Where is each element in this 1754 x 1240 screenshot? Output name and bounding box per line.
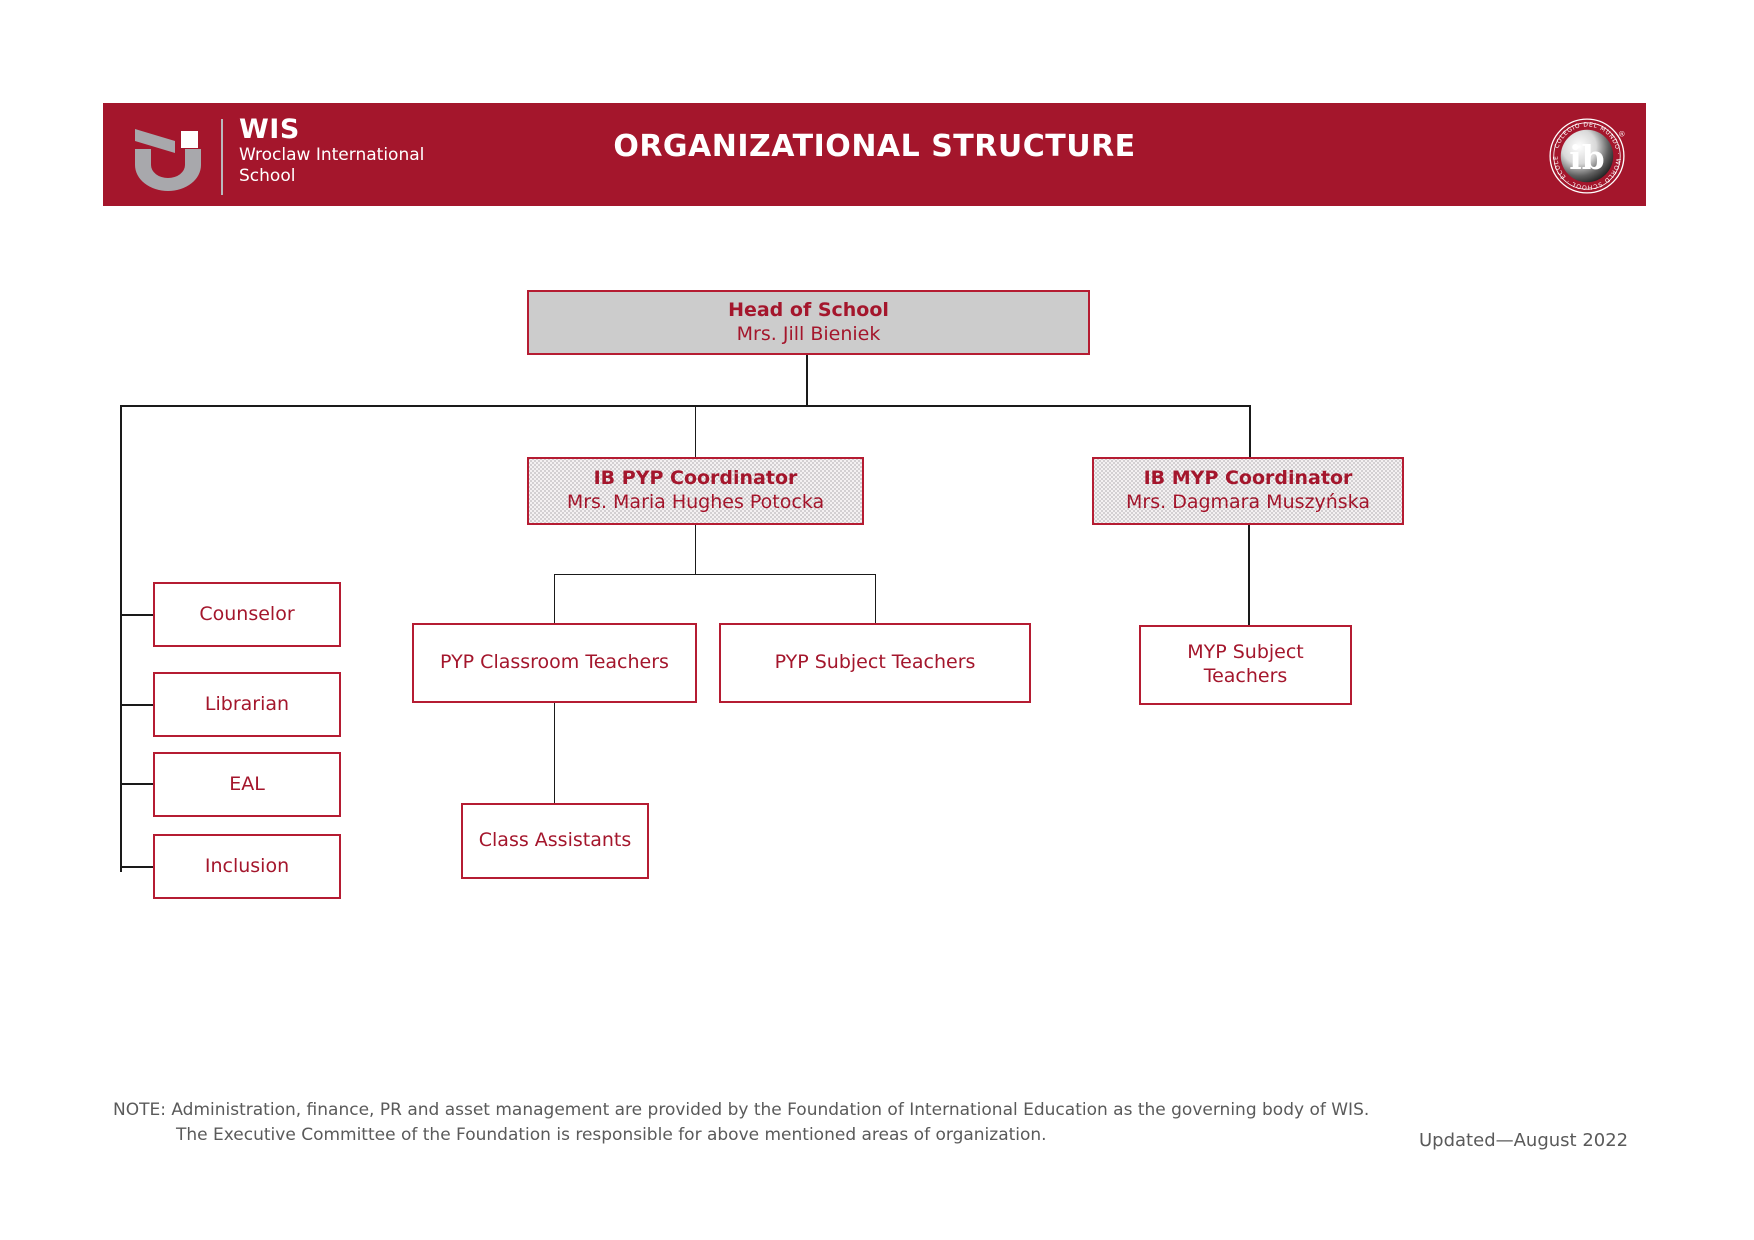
wis-name-line-2: School: [239, 166, 296, 186]
connector-bus-to-myp-coordinator: [1249, 405, 1251, 457]
node-ib-pyp-coordinator-title: IB PYP Coordinator: [593, 467, 798, 490]
connector-spine-to-inclusion: [120, 866, 154, 868]
node-head-of-school-title: Head of School: [728, 298, 889, 321]
footer-note: NOTE: Administration, finance, PR and as…: [113, 1098, 1413, 1148]
connector-pyp-bus: [554, 574, 876, 575]
node-ib-pyp-coordinator-person: Mrs. Maria Hughes Potocka: [566, 491, 825, 513]
node-class-assistants-label: Class Assistants: [478, 829, 632, 852]
node-pyp-subject-teachers[interactable]: PYP Subject Teachers: [719, 623, 1031, 703]
connector-spine-to-librarian: [120, 704, 154, 706]
page-title: ORGANIZATIONAL STRUCTURE: [613, 129, 1136, 164]
node-head-of-school-person: Mrs. Jill Bieniek: [736, 322, 881, 345]
connector-bus-to-pyp-coordinator: [695, 405, 696, 457]
node-ib-myp-coordinator-person: Mrs. Dagmara Muszyńska: [1126, 491, 1370, 513]
connector-main-bus: [120, 405, 1251, 407]
node-librarian-label: Librarian: [204, 692, 290, 715]
connector-myp-coordinator-to-teachers: [1248, 525, 1250, 625]
node-myp-subject-teachers-label-line2: Teachers: [1203, 665, 1288, 687]
connector-spine-to-eal: [120, 783, 154, 785]
node-pyp-subject-teachers-label: PYP Subject Teachers: [774, 651, 976, 674]
node-head-of-school[interactable]: Head of School Mrs. Jill Bieniek: [527, 290, 1090, 355]
footer-note-line-2: The Executive Committee of the Foundatio…: [176, 1125, 1047, 1145]
org-chart-page: WIS Wroclaw International School ORGANIZ…: [0, 0, 1754, 1240]
node-class-assistants[interactable]: Class Assistants: [461, 803, 649, 879]
connector-classroom-teachers-to-assistants: [554, 703, 555, 803]
connector-left-spine: [120, 405, 122, 872]
svg-text:ib: ib: [1569, 138, 1604, 177]
node-counselor[interactable]: Counselor: [153, 582, 341, 647]
node-myp-subject-teachers-label-line1: MYP Subject: [1187, 641, 1304, 664]
footer-note-line-1: NOTE: Administration, finance, PR and as…: [113, 1100, 1370, 1120]
node-eal-label: EAL: [229, 772, 265, 795]
connector-spine-to-counselor: [120, 614, 154, 616]
node-inclusion[interactable]: Inclusion: [153, 834, 341, 899]
node-ib-pyp-coordinator[interactable]: IB PYP Coordinator Mrs. Maria Hughes Pot…: [527, 457, 864, 525]
node-pyp-classroom-teachers[interactable]: PYP Classroom Teachers: [412, 623, 697, 703]
node-ib-myp-coordinator[interactable]: IB MYP Coordinator Mrs. Dagmara Muszyńsk…: [1092, 457, 1404, 525]
node-librarian[interactable]: Librarian: [153, 672, 341, 737]
node-eal[interactable]: EAL: [153, 752, 341, 817]
node-counselor-label: Counselor: [199, 602, 295, 625]
node-pyp-classroom-teachers-label: PYP Classroom Teachers: [440, 651, 669, 674]
connector-pyp-bus-to-classroom-teachers: [554, 574, 555, 623]
connector-pyp-coordinator-down: [695, 525, 696, 574]
connector-pyp-bus-to-subject-teachers: [875, 574, 876, 623]
svg-text:®: ®: [1618, 129, 1625, 138]
header-banner: WIS Wroclaw International School ORGANIZ…: [103, 103, 1646, 206]
node-inclusion-label: Inclusion: [204, 854, 290, 877]
ib-world-school-icon: COLEGIO DEL MUNDO · WORLD SCHOOL · ÉCOLE…: [1546, 115, 1626, 194]
connector-head-to-bus: [806, 355, 808, 407]
node-myp-subject-teachers[interactable]: MYP Subject Teachers: [1139, 625, 1352, 705]
updated-stamp: Updated—August 2022: [1419, 1130, 1629, 1151]
node-ib-myp-coordinator-title: IB MYP Coordinator: [1143, 467, 1353, 490]
